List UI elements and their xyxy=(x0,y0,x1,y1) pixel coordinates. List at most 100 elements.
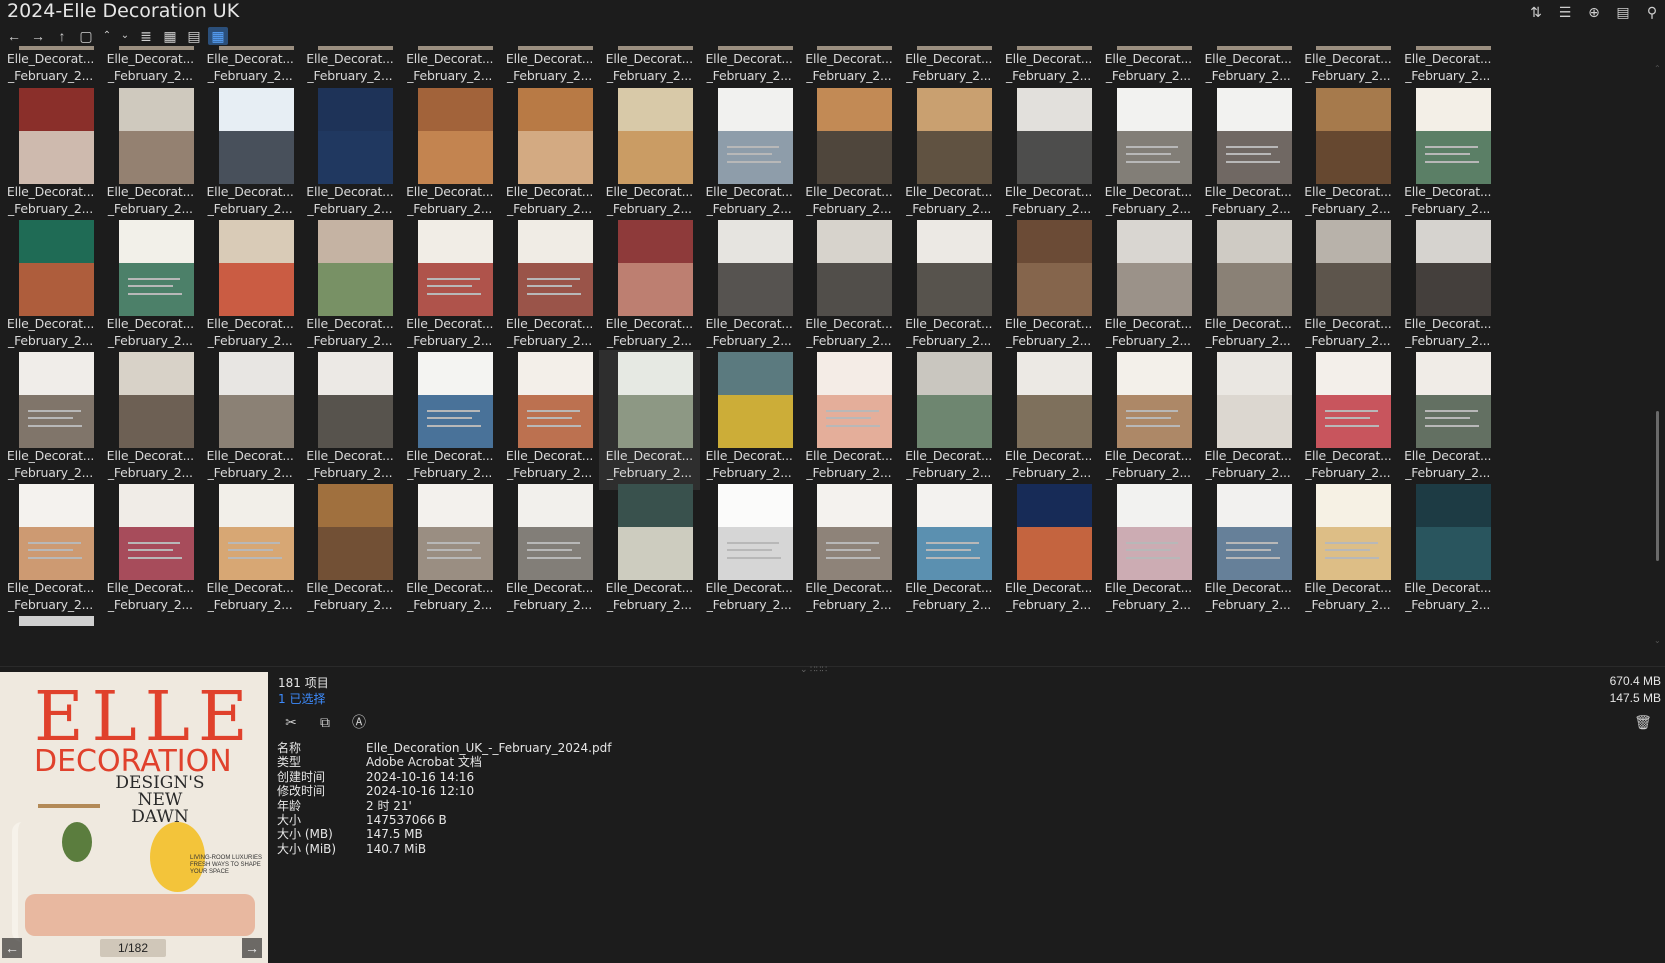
forward-icon[interactable]: → xyxy=(28,27,48,45)
list-item[interactable]: Elle_Decorat... _February_2... xyxy=(998,218,1099,358)
list-item[interactable]: Elle_Decorat... _February_2... xyxy=(1198,482,1299,622)
rename-icon[interactable]: Ⓐ xyxy=(349,712,369,732)
list-item[interactable]: Elle_Decorat... _February_2... xyxy=(100,86,201,226)
list-item[interactable]: Elle_Decorat... _February_2... xyxy=(699,86,800,226)
list-item[interactable]: Elle_Decorat... _February_2... xyxy=(1297,218,1398,358)
collapse-icon[interactable]: ⌃ xyxy=(100,27,114,45)
list-item[interactable]: Elle_Decorat... _February_2... xyxy=(0,46,101,84)
list-item[interactable]: Elle_Decorat... _February_2... xyxy=(1297,86,1398,226)
list-item[interactable]: Elle_Decorat... _February_2... xyxy=(399,482,500,622)
list-item[interactable]: Elle_Decorat... _February_2... xyxy=(798,86,899,226)
list-item[interactable]: Elle_Decorat... _February_2... xyxy=(1397,482,1498,622)
list-item[interactable]: Elle_Decorat... _February_2... xyxy=(1198,350,1299,490)
list-item[interactable]: Elle_Decorat... _February_2... xyxy=(299,86,400,226)
selected-count[interactable]: 1 已选择 xyxy=(278,690,325,707)
scroll-up-icon[interactable]: ⌃ xyxy=(1654,64,1661,73)
thumbnail[interactable] xyxy=(19,616,94,626)
list-item[interactable]: Elle_Decorat... _February_2... xyxy=(599,86,700,226)
list-item[interactable]: Elle_Decorat... _February_2... xyxy=(0,86,101,226)
list-item[interactable]: Elle_Decorat... _February_2... xyxy=(1098,218,1199,358)
expand-icon[interactable]: ⌄ xyxy=(118,27,132,45)
list-item[interactable]: Elle_Decorat... _February_2... xyxy=(499,46,600,84)
list-item[interactable]: Elle_Decorat... _February_2... xyxy=(499,218,600,358)
list-item[interactable]: Elle_Decorat... _February_2... xyxy=(399,46,500,84)
list-item[interactable]: Elle_Decorat... _February_2... xyxy=(798,482,899,622)
list-item[interactable]: Elle_Decorat... _February_2... xyxy=(699,218,800,358)
list-item[interactable]: Elle_Decorat... _February_2... xyxy=(1098,482,1199,622)
list-item[interactable]: Elle_Decorat... _February_2... xyxy=(499,482,600,622)
vertical-scrollbar[interactable]: ⌃ ⌄ xyxy=(1651,46,1665,666)
list-item[interactable]: Elle_Decorat... _February_2... xyxy=(499,350,600,490)
scissors-icon[interactable]: ✂ xyxy=(281,712,301,732)
list-item[interactable]: Elle_Decorat... _February_2... xyxy=(299,350,400,490)
pin-icon[interactable]: ⚲ xyxy=(1643,3,1661,21)
list-item[interactable]: Elle_Decorat... _February_2... xyxy=(998,350,1099,490)
clipboard-icon[interactable]: ▤ xyxy=(1614,3,1632,21)
list-item[interactable]: Elle_Decorat... _February_2... xyxy=(499,86,600,226)
list-item[interactable]: Elle_Decorat... _February_2... xyxy=(1397,46,1498,84)
list-item[interactable]: Elle_Decorat... _February_2... xyxy=(1397,86,1498,226)
prev-page-icon[interactable]: ← xyxy=(2,938,22,958)
list-item[interactable]: Elle_Decorat... _February_2... xyxy=(0,482,101,622)
list-item[interactable]: Elle_Decorat... _February_2... xyxy=(599,218,700,358)
sort-icon[interactable]: ⇅ xyxy=(1527,3,1545,21)
list-item[interactable]: Elle_Decorat... _February_2... xyxy=(599,46,700,84)
content-view-icon[interactable]: ▤ xyxy=(184,27,204,45)
copy-icon[interactable]: ⧉ xyxy=(315,712,335,732)
list-item[interactable]: Elle_Decorat... _February_2... xyxy=(699,482,800,622)
list-item[interactable]: Elle_Decorat... _February_2... xyxy=(100,350,201,490)
list-item[interactable]: Elle_Decorat... _February_2... xyxy=(598,350,700,490)
list-item[interactable]: Elle_Decorat... _February_2... xyxy=(798,350,899,490)
list-item[interactable]: Elle_Decorat... _February_2... xyxy=(200,46,301,84)
list-item[interactable]: Elle_Decorat... _February_2... xyxy=(100,218,201,358)
list-item[interactable]: Elle_Decorat... _February_2... xyxy=(1098,46,1199,84)
list-item[interactable]: Elle_Decorat... _February_2... xyxy=(1198,218,1299,358)
list-item[interactable]: Elle_Decorat... _February_2... xyxy=(399,218,500,358)
next-page-icon[interactable]: → xyxy=(242,938,262,958)
list-item[interactable]: Elle_Decorat... _February_2... xyxy=(1297,482,1398,622)
details-view-icon[interactable]: ≣ xyxy=(136,27,156,45)
list-item[interactable]: Elle_Decorat... _February_2... xyxy=(399,350,500,490)
list-view-icon[interactable]: ☰ xyxy=(1556,3,1574,21)
list-item[interactable]: Elle_Decorat... _February_2... xyxy=(898,482,999,622)
scrollbar-thumb[interactable] xyxy=(1656,411,1659,561)
list-item[interactable]: Elle_Decorat... _February_2... xyxy=(200,218,301,358)
tiles-view-icon[interactable]: ▦ xyxy=(160,27,180,45)
list-item[interactable]: Elle_Decorat... _February_2... xyxy=(699,46,800,84)
list-item[interactable]: Elle_Decorat... _February_2... xyxy=(1198,86,1299,226)
list-item[interactable]: Elle_Decorat... _February_2... xyxy=(998,482,1099,622)
list-item[interactable]: Elle_Decorat... _February_2... xyxy=(1297,350,1398,490)
scroll-down-icon[interactable]: ⌄ xyxy=(1654,636,1661,645)
list-item[interactable]: Elle_Decorat... _February_2... xyxy=(898,350,999,490)
list-item[interactable]: Elle_Decorat... _February_2... xyxy=(1397,218,1498,358)
add-circle-icon[interactable]: ⊕ xyxy=(1585,3,1603,21)
list-item[interactable]: Elle_Decorat... _February_2... xyxy=(200,86,301,226)
list-item[interactable]: Elle_Decorat... _February_2... xyxy=(599,482,700,622)
back-icon[interactable]: ← xyxy=(4,27,24,45)
list-item[interactable]: Elle_Decorat... _February_2... xyxy=(798,46,899,84)
trash-icon[interactable]: 🗑 xyxy=(1633,712,1653,732)
list-item[interactable]: Elle_Decorat... _February_2... xyxy=(1098,350,1199,490)
list-item[interactable]: Elle_Decorat... _February_2... xyxy=(0,350,101,490)
list-item[interactable]: Elle_Decorat... _February_2... xyxy=(299,482,400,622)
list-item[interactable]: Elle_Decorat... _February_2... xyxy=(399,86,500,226)
list-item[interactable]: Elle_Decorat... _February_2... xyxy=(998,46,1099,84)
list-item[interactable]: Elle_Decorat... _February_2... xyxy=(1397,350,1498,490)
list-item[interactable]: Elle_Decorat... _February_2... xyxy=(898,46,999,84)
list-item[interactable]: Elle_Decorat... _February_2... xyxy=(0,218,101,358)
list-item[interactable]: Elle_Decorat... _February_2... xyxy=(1098,86,1199,226)
thumbnails-view-icon[interactable]: ▦ xyxy=(208,27,228,45)
list-item[interactable]: Elle_Decorat... _February_2... xyxy=(200,350,301,490)
copy-path-icon[interactable]: ▢ xyxy=(76,27,96,45)
up-icon[interactable]: ↑ xyxy=(52,27,72,45)
list-item[interactable]: Elle_Decorat... _February_2... xyxy=(1297,46,1398,84)
list-item[interactable]: Elle_Decorat... _February_2... xyxy=(998,86,1099,226)
list-item[interactable]: Elle_Decorat... _February_2... xyxy=(1198,46,1299,84)
list-item[interactable]: Elle_Decorat... _February_2... xyxy=(798,218,899,358)
list-item[interactable]: Elle_Decorat... _February_2... xyxy=(898,218,999,358)
list-item[interactable]: Elle_Decorat... _February_2... xyxy=(200,482,301,622)
list-item[interactable]: Elle_Decorat... _February_2... xyxy=(699,350,800,490)
list-item[interactable]: Elle_Decorat... _February_2... xyxy=(898,86,999,226)
list-item[interactable]: Elle_Decorat... _February_2... xyxy=(100,482,201,622)
list-item[interactable]: Elle_Decorat... _February_2... xyxy=(299,46,400,84)
